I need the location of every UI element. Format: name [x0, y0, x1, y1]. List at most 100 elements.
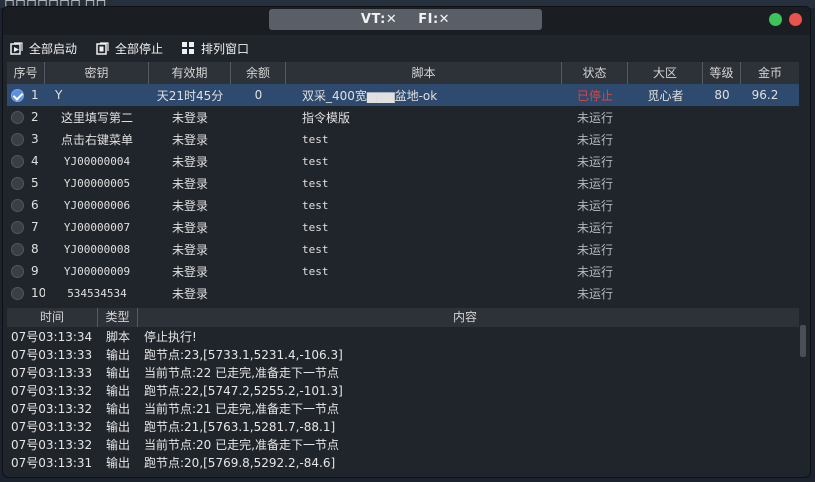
table-row[interactable]: 3 点击右键菜单 未登录 test 未运行 — [7, 128, 799, 150]
row-state: 未运行 — [576, 198, 613, 213]
row-no: 6 — [31, 198, 39, 212]
row-script: test — [302, 176, 329, 190]
header-script[interactable]: 脚本 — [286, 62, 562, 84]
row-script: 双采_400宽▆▆▆盆地-ok — [302, 88, 438, 103]
log-type: 输出 — [105, 401, 130, 416]
row-script: test — [302, 220, 329, 234]
log-table: 时间 类型 内容 07号03:13:34 脚本 停止执行! 07号03:13:3… — [7, 308, 799, 471]
row-radio[interactable] — [11, 132, 24, 146]
stop-all-button[interactable]: 全部停止 — [96, 37, 163, 59]
log-time: 07号03:13:34 — [11, 329, 93, 344]
row-radio[interactable] — [11, 154, 24, 168]
table-row[interactable]: 2 这里填写第二 未登录 指令模版 未运行 — [7, 106, 799, 128]
row-expiry: 未登录 — [171, 220, 208, 235]
account-table: 序号 密钥 有效期 余额 脚本 状态 大区 等级 金币 1 Y 天21时45分 … — [7, 62, 799, 304]
log-header: 时间 类型 内容 — [7, 308, 799, 327]
header-balance[interactable]: 余额 — [231, 62, 286, 84]
header-expiry[interactable]: 有效期 — [149, 62, 231, 84]
row-level: 80 — [714, 88, 730, 102]
log-message: 跑节点:21,[5763.1,5281.7,-88.1] — [144, 419, 336, 434]
row-state: 未运行 — [576, 264, 613, 279]
log-type: 输出 — [105, 347, 130, 362]
row-expiry: 未登录 — [171, 132, 208, 147]
row-expiry: 未登录 — [171, 176, 208, 191]
row-key: YJ00000006 — [63, 198, 131, 212]
row-script: test — [302, 132, 329, 146]
row-script: 指令模版 — [302, 110, 351, 125]
table-row[interactable]: 8 YJ00000008 未登录 test 未运行 — [7, 238, 799, 260]
header-level[interactable]: 等级 — [703, 62, 741, 84]
log-header-content[interactable]: 内容 — [138, 308, 792, 327]
header-no[interactable]: 序号 — [7, 62, 45, 84]
header-region[interactable]: 大区 — [628, 62, 703, 84]
row-radio[interactable] — [11, 264, 24, 278]
table-row[interactable]: 4 YJ00000004 未登录 test 未运行 — [7, 150, 799, 172]
row-radio[interactable] — [11, 220, 24, 234]
table-row[interactable]: 7 YJ00000007 未登录 test 未运行 — [7, 216, 799, 238]
log-message: 跑节点:22,[5747.2,5255.2,-101.3] — [144, 383, 343, 398]
row-no: 10 — [31, 286, 45, 300]
stop-all-label: 全部停止 — [115, 41, 164, 56]
log-time: 07号03:13:33 — [11, 365, 93, 380]
row-expiry: 未登录 — [171, 110, 208, 125]
log-row: 07号03:13:32 输出 当前节点:20 已走完,准备走下一节点 — [7, 435, 799, 453]
row-radio[interactable] — [11, 88, 24, 102]
row-script: test — [302, 198, 329, 212]
row-radio[interactable] — [11, 176, 24, 190]
log-header-time[interactable]: 时间 — [7, 308, 98, 327]
log-time: 07号03:13:32 — [11, 419, 93, 434]
log-row: 07号03:13:31 输出 跑节点:20,[5769.8,5292.2,-84… — [7, 453, 799, 471]
row-no: 8 — [31, 242, 39, 256]
row-region: 觅心者 — [647, 88, 684, 103]
maximize-button[interactable] — [769, 13, 782, 26]
log-time: 07号03:13:32 — [11, 401, 93, 416]
log-time: 07号03:13:31 — [11, 455, 93, 470]
log-type: 输出 — [105, 437, 130, 452]
log-message: 停止执行! — [144, 329, 197, 344]
table-row[interactable]: 9 YJ00000009 未登录 test 未运行 — [7, 260, 799, 282]
row-state: 未运行 — [576, 220, 613, 235]
row-radio[interactable] — [11, 198, 24, 212]
log-row: 07号03:13:34 脚本 停止执行! — [7, 327, 799, 345]
table-row[interactable]: 6 YJ00000006 未登录 test 未运行 — [7, 194, 799, 216]
table-row[interactable]: 10 534534534 未登录 未运行 — [7, 282, 799, 304]
row-script: test — [302, 242, 329, 256]
row-expiry: 未登录 — [171, 286, 208, 301]
log-message: 跑节点:23,[5733.1,5231.4,-106.3] — [144, 347, 343, 362]
log-header-type[interactable]: 类型 — [98, 308, 138, 327]
row-key: YJ00000004 — [63, 154, 131, 168]
title-bar[interactable]: VT:✕ FI:✕ — [3, 7, 810, 35]
row-radio[interactable] — [11, 286, 24, 300]
row-key: YJ00000008 — [63, 242, 131, 256]
log-scrollbar[interactable] — [800, 325, 806, 357]
start-all-label: 全部启动 — [29, 41, 78, 56]
table-row[interactable]: 5 YJ00000005 未登录 test 未运行 — [7, 172, 799, 194]
row-radio[interactable] — [11, 110, 24, 124]
row-expiry: 未登录 — [171, 198, 208, 213]
log-time: 07号03:13:32 — [11, 383, 93, 398]
row-no: 5 — [31, 176, 39, 190]
row-state: 未运行 — [576, 110, 613, 125]
header-gold[interactable]: 金币 — [741, 62, 799, 84]
header-state[interactable]: 状态 — [562, 62, 628, 84]
row-key: YJ00000007 — [63, 220, 131, 234]
log-row: 07号03:13:32 输出 跑节点:22,[5747.2,5255.2,-10… — [7, 381, 799, 399]
table-row[interactable]: 1 Y 天21时45分 0 双采_400宽▆▆▆盆地-ok 已停止 觅心者 80… — [7, 84, 799, 106]
row-key: YJ00000009 — [63, 264, 131, 278]
arrange-windows-button[interactable]: 排列窗口 — [181, 37, 249, 59]
log-message: 当前节点:20 已走完,准备走下一节点 — [144, 437, 339, 452]
close-button[interactable] — [789, 13, 802, 26]
header-key[interactable]: 密钥 — [45, 62, 149, 84]
row-radio[interactable] — [11, 242, 24, 256]
start-all-button[interactable]: 全部启动 — [10, 37, 77, 59]
row-expiry: 天21时45分 — [156, 88, 224, 103]
row-state: 未运行 — [576, 154, 613, 169]
stop-icon — [96, 41, 109, 55]
log-row: 07号03:13:33 输出 跑节点:23,[5733.1,5231.4,-10… — [7, 345, 799, 363]
table-header: 序号 密钥 有效期 余额 脚本 状态 大区 等级 金币 — [7, 62, 799, 84]
toolbar: 全部启动 全部停止 排列窗口 — [3, 37, 810, 59]
row-state: 未运行 — [576, 176, 613, 191]
log-row: 07号03:13:32 输出 跑节点:21,[5763.1,5281.7,-88… — [7, 417, 799, 435]
row-state: 未运行 — [576, 132, 613, 147]
fi-status: FI:✕ — [418, 12, 451, 27]
